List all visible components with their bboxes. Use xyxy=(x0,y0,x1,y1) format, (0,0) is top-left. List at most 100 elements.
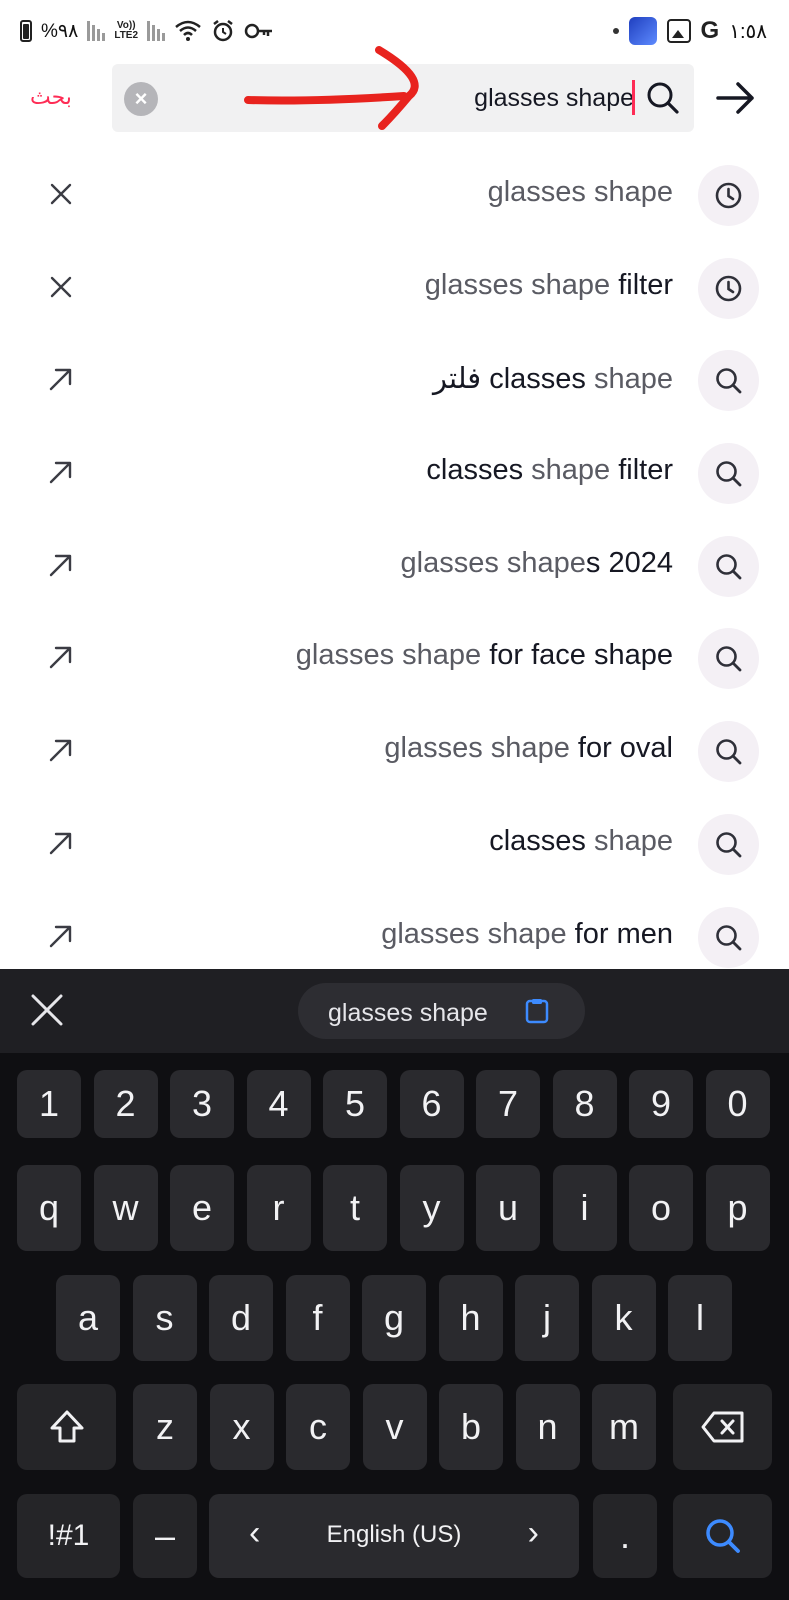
key-k[interactable]: k xyxy=(591,1275,656,1361)
key-h[interactable]: h xyxy=(438,1275,503,1361)
key-v[interactable]: v xyxy=(362,1384,427,1470)
history-item[interactable]: glasses shape xyxy=(0,150,789,243)
key-t[interactable]: t xyxy=(323,1165,387,1251)
clear-search-button[interactable]: × xyxy=(124,82,158,116)
suggestion-item[interactable]: classes shape filter xyxy=(0,428,789,521)
key-label: b xyxy=(460,1406,482,1447)
key-o[interactable]: o xyxy=(629,1165,693,1251)
search-submit-button[interactable]: بحث xyxy=(30,84,72,110)
key-w[interactable]: w xyxy=(93,1165,158,1251)
search-input[interactable]: glasses shape xyxy=(474,84,634,113)
suggestion-rest: s 2024 xyxy=(585,546,673,579)
key-7[interactable]: 7 xyxy=(476,1070,540,1138)
key-label: u xyxy=(497,1187,519,1228)
alarm-icon xyxy=(213,20,233,42)
key-6[interactable]: 6 xyxy=(399,1070,464,1138)
space-key[interactable]: ‹ English (US) › xyxy=(209,1494,579,1578)
key-label: d xyxy=(230,1297,252,1338)
shift-key[interactable] xyxy=(17,1384,116,1470)
key-b[interactable]: b xyxy=(439,1384,503,1470)
key-e[interactable]: e xyxy=(170,1165,234,1251)
suggestion-match: glasses shape xyxy=(295,639,482,672)
key-d[interactable]: d xyxy=(209,1275,273,1361)
suggestion-list: glasses shape glasses shape filter فلتر cl… xyxy=(0,150,789,984)
search-key[interactable] xyxy=(673,1494,772,1578)
search-box[interactable]: × glasses shape xyxy=(112,64,694,132)
search-icon xyxy=(698,721,759,783)
key-label: !#1 xyxy=(47,1519,90,1552)
search-icon xyxy=(698,535,759,597)
keyboard: glasses shape 1 2 3 4 5 6 7 8 9 0 q w e r t y u i o p a s d f g h… xyxy=(0,969,789,1600)
arrow-up-left-icon[interactable] xyxy=(47,458,75,486)
arrow-up-left-icon[interactable] xyxy=(47,736,75,764)
dash-key[interactable]: – xyxy=(133,1494,197,1578)
key-1[interactable]: 1 xyxy=(17,1070,81,1138)
clipboard-icon xyxy=(525,999,549,1024)
space-right-arrow: › xyxy=(527,1514,539,1552)
key-label: 3 xyxy=(191,1083,213,1124)
key-4[interactable]: 4 xyxy=(246,1070,311,1138)
key-g[interactable]: g xyxy=(362,1275,426,1361)
key-label: y xyxy=(422,1187,441,1228)
suggestion-item[interactable]: glasses shapes 2024 xyxy=(0,521,789,614)
key-c[interactable]: c xyxy=(286,1384,350,1470)
key-q[interactable]: q xyxy=(17,1165,81,1251)
arrow-up-left-icon[interactable] xyxy=(47,551,75,579)
key-8[interactable]: 8 xyxy=(552,1070,617,1138)
key-z[interactable]: z xyxy=(133,1384,197,1470)
key-s[interactable]: s xyxy=(132,1275,197,1361)
suggestion-match: glasses shape xyxy=(424,268,611,301)
arrow-up-left-icon[interactable] xyxy=(47,365,75,393)
key-p[interactable]: p xyxy=(705,1165,770,1251)
close-icon[interactable] xyxy=(28,991,66,1029)
gallery-icon xyxy=(666,19,691,43)
arrow-up-left-icon[interactable] xyxy=(47,922,75,950)
clock-icon xyxy=(698,165,759,226)
key-a[interactable]: a xyxy=(56,1275,120,1361)
suggestion-text: glasses shape for oval xyxy=(384,732,673,765)
app-notification-icon xyxy=(628,17,657,45)
key-x[interactable]: x xyxy=(209,1384,274,1470)
arrow-up-left-icon[interactable] xyxy=(47,829,75,857)
period-key[interactable]: . xyxy=(593,1494,657,1578)
suggestion-text: glasses shape for men xyxy=(381,918,673,951)
key-u[interactable]: u xyxy=(476,1165,540,1251)
symbols-key[interactable]: !#1 xyxy=(17,1494,120,1578)
suggestion-item[interactable]: glasses shape for face shape xyxy=(0,613,789,706)
key-3[interactable]: 3 xyxy=(170,1070,234,1138)
key-2[interactable]: 2 xyxy=(93,1070,158,1138)
key-y[interactable]: y xyxy=(399,1165,464,1251)
key-f[interactable]: f xyxy=(285,1275,350,1361)
history-item[interactable]: glasses shape filter xyxy=(0,243,789,336)
key-j[interactable]: j xyxy=(515,1275,579,1361)
signal-icon xyxy=(87,21,106,41)
key-label: a xyxy=(77,1297,99,1338)
key-i[interactable]: i xyxy=(552,1165,617,1251)
arrow-right-icon[interactable] xyxy=(714,76,758,120)
suggestion-rest: فلتر classes xyxy=(432,363,594,396)
key-n[interactable]: n xyxy=(515,1384,580,1470)
search-icon[interactable] xyxy=(644,79,682,117)
key-label: 2 xyxy=(115,1083,136,1124)
key-9[interactable]: 9 xyxy=(629,1070,693,1138)
suggestion-match: glasses shape xyxy=(487,176,673,208)
key-5[interactable]: 5 xyxy=(323,1070,387,1138)
key-m[interactable]: m xyxy=(592,1384,656,1470)
search-icon xyxy=(705,1519,740,1553)
suggestion-rest: for face shape xyxy=(481,639,673,672)
clipboard-suggestion[interactable]: glasses shape xyxy=(298,983,585,1039)
close-icon[interactable] xyxy=(47,180,75,208)
backspace-key[interactable] xyxy=(673,1384,772,1470)
suggestion-item[interactable]: glasses shape for oval xyxy=(0,706,789,799)
key-r[interactable]: r xyxy=(246,1165,311,1251)
close-icon[interactable] xyxy=(47,273,75,301)
key-label: k xyxy=(614,1297,633,1338)
key-0[interactable]: 0 xyxy=(705,1070,770,1138)
suggestion-item[interactable]: فلتر classes shape xyxy=(0,335,789,428)
arrow-up-left-icon[interactable] xyxy=(47,643,75,671)
suggestion-item[interactable]: classes shape xyxy=(0,799,789,892)
key-label: 9 xyxy=(650,1083,672,1124)
key-label: w xyxy=(112,1187,139,1228)
suggestion-match: shape xyxy=(593,363,673,396)
key-l[interactable]: l xyxy=(668,1275,732,1361)
